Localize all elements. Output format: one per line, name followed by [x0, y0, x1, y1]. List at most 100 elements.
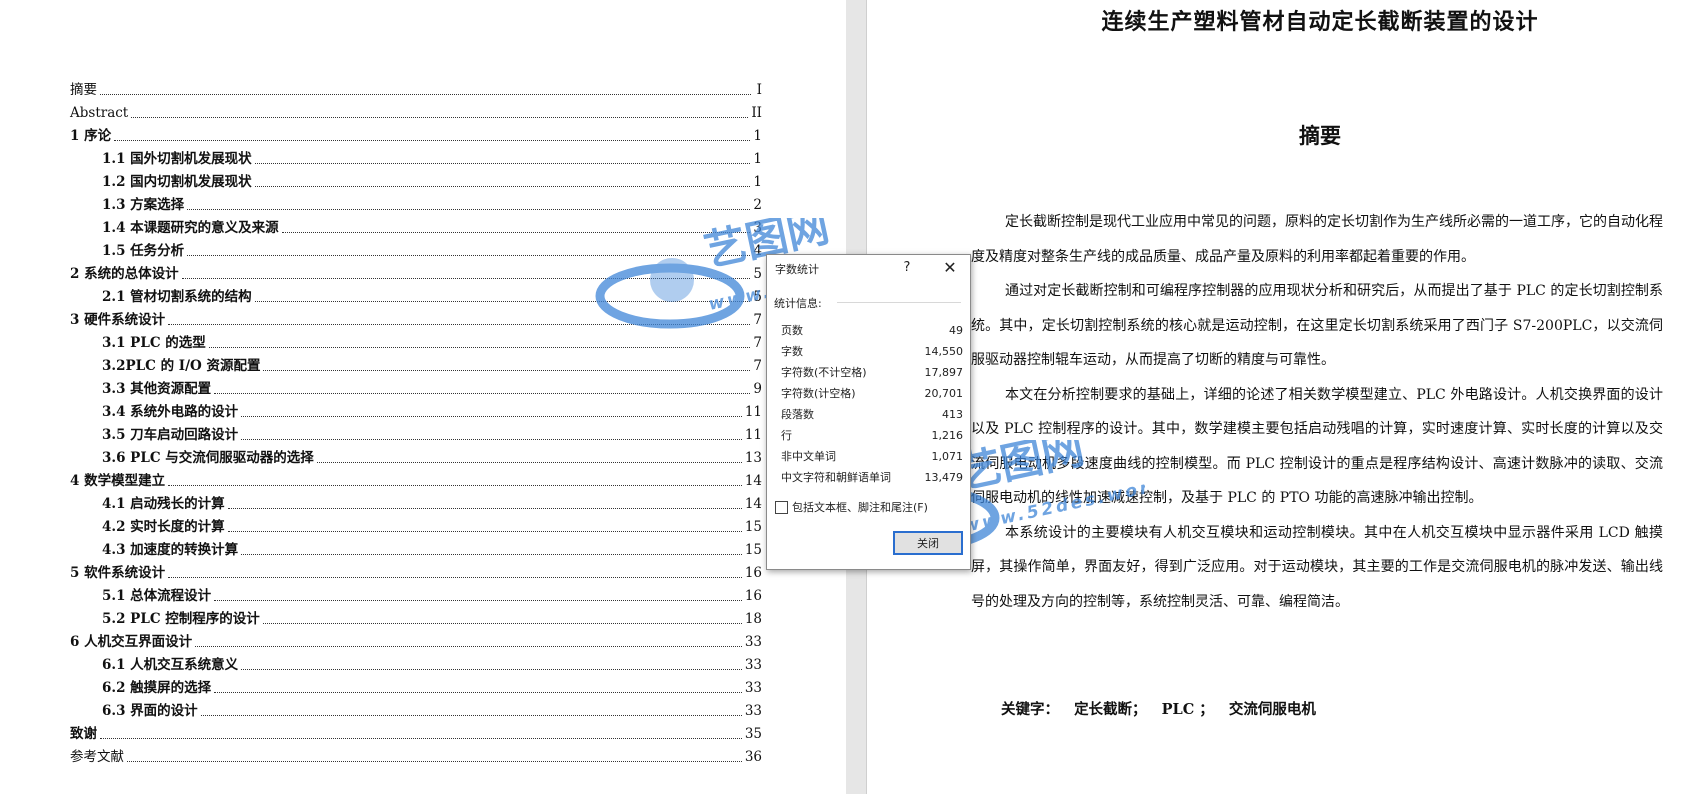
toc-page-number: 7: [753, 312, 762, 328]
toc-entry[interactable]: 2.1 管材切割系统的结构 5: [70, 283, 762, 306]
toc-entry[interactable]: 5.2 PLC 控制程序的设计 18: [70, 605, 762, 628]
abstract-paragraph: 本文在分析控制要求的基础上，详细的论述了相关数学模型建立、PLC 外电路设计。人…: [971, 386, 1663, 507]
stat-value: 49: [949, 324, 963, 337]
toc-entry-title: 5 软件系统设计: [70, 565, 166, 581]
stat-value: 13,479: [924, 471, 964, 484]
keyword-3: 交流伺服电机: [1228, 701, 1316, 718]
stat-value: 1,071: [931, 450, 964, 463]
toc-page-number: II: [751, 105, 762, 121]
toc-leader-dots: [241, 554, 742, 555]
toc-entry-title: 1.3 方案选择: [102, 197, 185, 213]
toc-entry[interactable]: 参考文献 36: [70, 743, 762, 766]
toc-entry[interactable]: 1.5 任务分析 4: [70, 237, 762, 260]
toc-entry-title: 6.1 人机交互系统意义: [102, 657, 239, 673]
toc-entry-title: 致谢: [70, 726, 97, 742]
toc-entry-title: 参考文献: [70, 749, 124, 765]
toc-page-number: 36: [744, 749, 762, 765]
toc-leader-dots: [181, 278, 751, 279]
toc-page-number: 33: [744, 703, 762, 719]
toc-entry[interactable]: 1.1 国外切割机发展现状 1: [70, 145, 762, 168]
toc-page-number: 11: [744, 427, 762, 443]
toc-entry-title: 1.1 国外切割机发展现状: [102, 151, 252, 167]
toc-page-number: 7: [753, 358, 762, 374]
toc-page-number: 14: [744, 473, 762, 489]
toc-entry[interactable]: 1.3 方案选择 2: [70, 191, 762, 214]
close-button[interactable]: 关闭: [893, 531, 963, 555]
toc-entry[interactable]: 致谢 35: [70, 720, 762, 743]
toc-entry[interactable]: 4.2 实时长度的计算 15: [70, 513, 762, 536]
stat-value: 20,701: [924, 387, 964, 400]
toc-page-number: 15: [744, 542, 762, 558]
toc-page-number: 18: [744, 611, 762, 627]
toc-entry[interactable]: 3.3 其他资源配置 9: [70, 375, 762, 398]
toc-page-number: 35: [744, 726, 762, 742]
toc-leader-dots: [187, 255, 751, 256]
include-textboxes-checkbox[interactable]: 包括文本框、脚注和尾注(F): [775, 499, 928, 515]
toc-entry-title: 6 人机交互界面设计: [70, 634, 193, 650]
toc-entry-title: 6.3 界面的设计: [102, 703, 198, 719]
toc-entry[interactable]: 2 系统的总体设计 5: [70, 260, 762, 283]
dialog-titlebar[interactable]: 字数统计 ? ✕: [767, 255, 970, 281]
toc-leader-dots: [254, 163, 751, 164]
toc-leader-dots: [262, 623, 742, 624]
toc-entry[interactable]: 6.1 人机交互系统意义 33: [70, 651, 762, 674]
toc-page-number: 14: [744, 496, 762, 512]
toc-entry[interactable]: 摘要 I: [70, 76, 762, 99]
stat-row: 中文字符和朝鲜语单词 13,479: [781, 467, 963, 488]
toc-entry[interactable]: 3 硬件系统设计 7: [70, 306, 762, 329]
toc-entry[interactable]: 3.5 刀车启动回路设计 11: [70, 421, 762, 444]
toc-entry-title: 1 序论: [70, 128, 112, 144]
toc-leader-dots: [208, 347, 751, 348]
toc-entry-title: 1.5 任务分析: [102, 243, 185, 259]
toc-entry-title: 摘要: [70, 82, 97, 98]
toc-page-number: 7: [753, 335, 762, 351]
toc-leader-dots: [127, 761, 742, 762]
toc-entry[interactable]: 6.3 界面的设计 33: [70, 697, 762, 720]
toc-page-number: 9: [753, 381, 762, 397]
toc-entry[interactable]: 3.4 系统外电路的设计 11: [70, 398, 762, 421]
toc-entry[interactable]: 4.1 启动残长的计算 14: [70, 490, 762, 513]
toc-leader-dots: [241, 416, 742, 417]
toc-entry[interactable]: Abstract II: [70, 99, 762, 122]
toc-entry[interactable]: 3.6 PLC 与交流伺服驱动器的选择 13: [70, 444, 762, 467]
statistics-label: 统计信息:: [774, 297, 822, 310]
document-title: 连续生产塑料管材自动定长截断装置的设计: [1101, 9, 1539, 35]
toc-entry[interactable]: 5 软件系统设计 16: [70, 559, 762, 582]
toc-entry-title: 4.1 启动残长的计算: [102, 496, 225, 512]
abstract-paragraph: 定长截断控制是现代工业应用中常见的问题，原料的定长切割作为生产线所必需的一道工序…: [971, 214, 1663, 265]
toc-entry[interactable]: 4 数学模型建立 14: [70, 467, 762, 490]
toc-entry[interactable]: 1.4 本课题研究的意义及来源 3: [70, 214, 762, 237]
abstract-paragraph: 通过对定长截断控制和可编程序控制器的应用现状分析和研究后，从而提出了基于 PLC…: [971, 283, 1663, 368]
toc-entry-title: 1.2 国内切割机发展现状: [102, 174, 252, 190]
toc-entry-title: 1.4 本课题研究的意义及来源: [102, 220, 279, 236]
toc-entry[interactable]: 5.1 总体流程设计 16: [70, 582, 762, 605]
toc-entry-title: 3.5 刀车启动回路设计: [102, 427, 239, 443]
stat-value: 17,897: [924, 366, 964, 379]
stat-row: 页数 49: [781, 320, 963, 341]
abstract-heading: 摘要: [1299, 123, 1341, 148]
checkbox-box[interactable]: [775, 500, 788, 514]
toc-entry[interactable]: 4.3 加速度的转换计算 15: [70, 536, 762, 559]
stat-label: 页数: [781, 324, 803, 337]
toc-page-number: I: [756, 82, 762, 98]
toc-entry[interactable]: 1 序论 1: [70, 122, 762, 145]
toc-page-number: 33: [744, 634, 762, 650]
toc-leader-dots: [214, 393, 751, 394]
toc-page-number: 1: [753, 128, 762, 144]
stat-label: 字数: [781, 345, 803, 358]
toc-page-number: 3: [753, 220, 762, 236]
help-button[interactable]: ?: [895, 257, 919, 279]
close-icon[interactable]: ✕: [935, 257, 965, 279]
toc-page-number: 33: [744, 680, 762, 696]
toc-leader-dots: [263, 370, 751, 371]
toc-entry[interactable]: 6 人机交互界面设计 33: [70, 628, 762, 651]
toc-leader-dots: [316, 462, 742, 463]
toc-entry[interactable]: 1.2 国内切割机发展现状 1: [70, 168, 762, 191]
keyword-2: PLC ；: [1161, 701, 1214, 718]
toc-entry[interactable]: 6.2 触摸屏的选择 33: [70, 674, 762, 697]
toc-entry[interactable]: 3.1 PLC 的选型 7: [70, 329, 762, 352]
toc-page-number: 33: [744, 657, 762, 673]
toc-entry[interactable]: 3.2PLC 的 I/O 资源配置 7: [70, 352, 762, 375]
stat-label: 中文字符和朝鲜语单词: [781, 471, 891, 484]
toc-entry-title: Abstract: [70, 105, 129, 121]
